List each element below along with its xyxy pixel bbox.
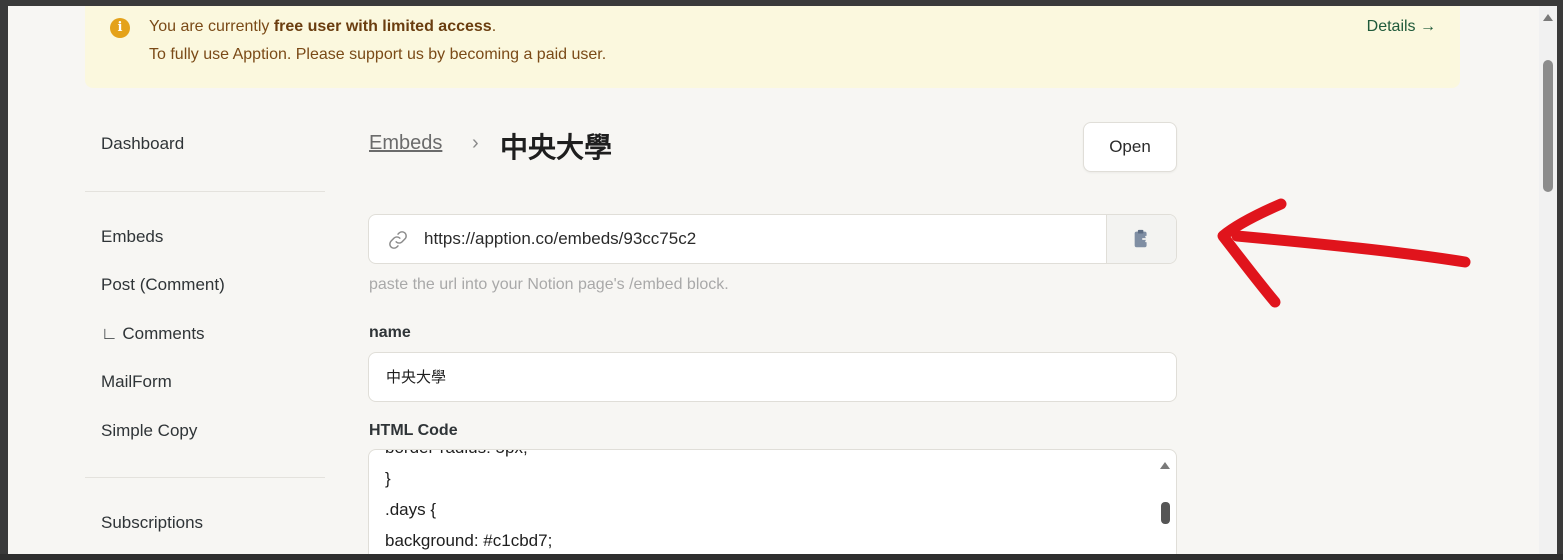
upgrade-banner: i You are currently free user with limit… bbox=[85, 6, 1460, 88]
sidebar-item-dashboard[interactable]: Dashboard bbox=[101, 134, 184, 154]
page-scroll-thumb[interactable] bbox=[1543, 60, 1553, 192]
code-line: border-radius: 5px; bbox=[385, 450, 552, 463]
sidebar-item-comments[interactable]: ∟ Comments bbox=[101, 324, 205, 344]
info-icon: i bbox=[110, 18, 130, 38]
breadcrumb-separator: › bbox=[472, 132, 479, 154]
banner-line1-suffix: . bbox=[491, 18, 497, 35]
sidebar-item-subscriptions[interactable]: Subscriptions bbox=[101, 513, 203, 533]
banner-line1-prefix: You are currently bbox=[149, 18, 274, 35]
page-scroll-up-arrow[interactable] bbox=[1543, 14, 1553, 21]
page-scrollbar[interactable] bbox=[1539, 6, 1557, 554]
details-link[interactable]: Details → bbox=[1367, 18, 1436, 36]
code-scroll-up-arrow[interactable] bbox=[1160, 462, 1170, 469]
sidebar-item-simple-copy[interactable]: Simple Copy bbox=[101, 421, 197, 441]
code-line: background: #c1cbd7; bbox=[385, 531, 553, 550]
sidebar-item-embeds[interactable]: Embeds bbox=[101, 227, 163, 247]
code-scroll-thumb[interactable] bbox=[1161, 502, 1170, 524]
code-line: .days { bbox=[385, 500, 437, 519]
html-code-label: HTML Code bbox=[369, 422, 458, 439]
breadcrumb-embeds-link[interactable]: Embeds bbox=[369, 132, 442, 155]
page-title: 中央大學 bbox=[500, 131, 613, 164]
name-input[interactable]: 中央大學 bbox=[368, 352, 1177, 402]
sidebar-item-mailform[interactable]: MailForm bbox=[101, 372, 172, 392]
open-button[interactable]: Open bbox=[1083, 122, 1177, 172]
red-annotation-arrow bbox=[1217, 198, 1471, 308]
code-line: } bbox=[385, 469, 391, 488]
link-icon bbox=[389, 231, 407, 249]
banner-line1-bold: free user with limited access bbox=[273, 18, 492, 35]
code-scrollbar[interactable] bbox=[1156, 450, 1174, 554]
embed-hint-text: paste the url into your Notion page's /e… bbox=[369, 276, 729, 293]
window-bottom-edge bbox=[0, 554, 1563, 560]
banner-message-line2: To fully use Apption. Please support us … bbox=[149, 46, 607, 63]
embed-url-text[interactable]: https://apption.co/embeds/93cc75c2 bbox=[424, 229, 696, 249]
sidebar-divider bbox=[85, 477, 325, 478]
name-label: name bbox=[369, 324, 411, 341]
embed-url-field[interactable]: https://apption.co/embeds/93cc75c2 bbox=[368, 214, 1177, 264]
code-lines: border-radius: 5px; } .days { background… bbox=[385, 450, 553, 554]
sidebar-divider bbox=[85, 191, 325, 192]
clipboard-copy-icon bbox=[1134, 229, 1150, 248]
banner-message-line1: You are currently free user with limited… bbox=[149, 18, 496, 36]
app-viewport: i You are currently free user with limit… bbox=[8, 6, 1539, 554]
copy-url-button[interactable] bbox=[1106, 215, 1176, 263]
sidebar-item-post-comment[interactable]: Post (Comment) bbox=[101, 275, 225, 295]
html-code-textarea[interactable]: border-radius: 5px; } .days { background… bbox=[368, 449, 1177, 554]
